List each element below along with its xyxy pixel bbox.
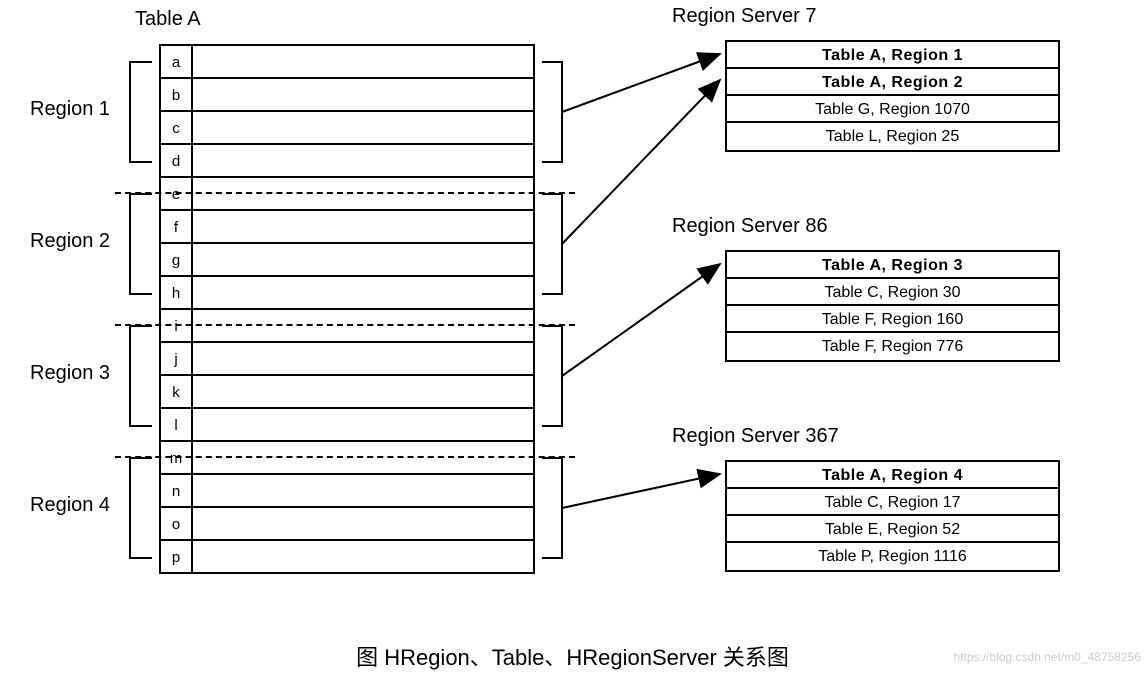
server-row: Table G, Region 1070 [727,96,1058,123]
table-a: a b c d e f g h i j k l m n o p [159,44,535,574]
server-row: Table A, Region 3 [727,252,1058,279]
table-row: h [161,277,533,310]
rowkey-cell: d [161,145,193,176]
region-server-367-box: Table A, Region 4 Table C, Region 17 Tab… [725,460,1060,572]
bracket-left-region3 [130,326,152,426]
table-row: k [161,376,533,409]
table-row: a [161,46,533,79]
table-row: l [161,409,533,442]
region-label-1: Region 1 [30,98,110,121]
rowkey-cell: h [161,277,193,308]
server-row: Table F, Region 776 [727,333,1058,360]
region-label-3: Region 3 [30,362,110,385]
region-label-4: Region 4 [30,494,110,517]
region-separator [115,324,575,326]
table-row: d [161,145,533,178]
table-row: e [161,178,533,211]
server-row: Table F, Region 160 [727,306,1058,333]
server-row: Table C, Region 30 [727,279,1058,306]
bracket-right-region1 [542,62,562,162]
bracket-left-region4 [130,458,152,558]
table-row: i [161,310,533,343]
server-row: Table E, Region 52 [727,516,1058,543]
rowkey-cell: j [161,343,193,374]
arrow-region1-to-rs7 [562,54,720,112]
watermark: https://blog.csdn.net/m0_48758256 [954,650,1141,664]
table-row: c [161,112,533,145]
table-row: n [161,475,533,508]
server-row: Table A, Region 1 [727,42,1058,69]
region-server-86-box: Table A, Region 3 Table C, Region 30 Tab… [725,250,1060,362]
rowkey-cell: l [161,409,193,440]
server-row: Table P, Region 1116 [727,543,1058,570]
table-row: f [161,211,533,244]
server-row: Table A, Region 4 [727,462,1058,489]
arrow-region4-to-rs367 [562,474,720,508]
bracket-right-region4 [542,458,562,558]
table-row: p [161,541,533,574]
region-separator [115,456,575,458]
arrow-region3-to-rs86 [562,264,720,376]
table-a-title: Table A [135,8,201,31]
region-label-2: Region 2 [30,230,110,253]
region-server-367-title: Region Server 367 [672,425,839,448]
server-row: Table L, Region 25 [727,123,1058,150]
bracket-left-region1 [130,62,152,162]
rowkey-cell: k [161,376,193,407]
diagram-canvas: Table A a b c d e f g h i j k l m n o p … [0,0,1145,692]
table-row: b [161,79,533,112]
table-row: g [161,244,533,277]
region-server-86-title: Region Server 86 [672,215,828,238]
rowkey-cell: n [161,475,193,506]
region-separator [115,192,575,194]
bracket-right-region2 [542,194,562,294]
server-row: Table A, Region 2 [727,69,1058,96]
rowkey-cell: o [161,508,193,539]
bracket-left-region2 [130,194,152,294]
table-row: m [161,442,533,475]
region-server-7-title: Region Server 7 [672,5,817,28]
rowkey-cell: g [161,244,193,275]
region-server-7-box: Table A, Region 1 Table A, Region 2 Tabl… [725,40,1060,152]
bracket-right-region3 [542,326,562,426]
rowkey-cell: f [161,211,193,242]
server-row: Table C, Region 17 [727,489,1058,516]
rowkey-cell: b [161,79,193,110]
rowkey-cell: p [161,541,193,572]
rowkey-cell: c [161,112,193,143]
table-row: o [161,508,533,541]
table-row: j [161,343,533,376]
rowkey-cell: a [161,46,193,77]
